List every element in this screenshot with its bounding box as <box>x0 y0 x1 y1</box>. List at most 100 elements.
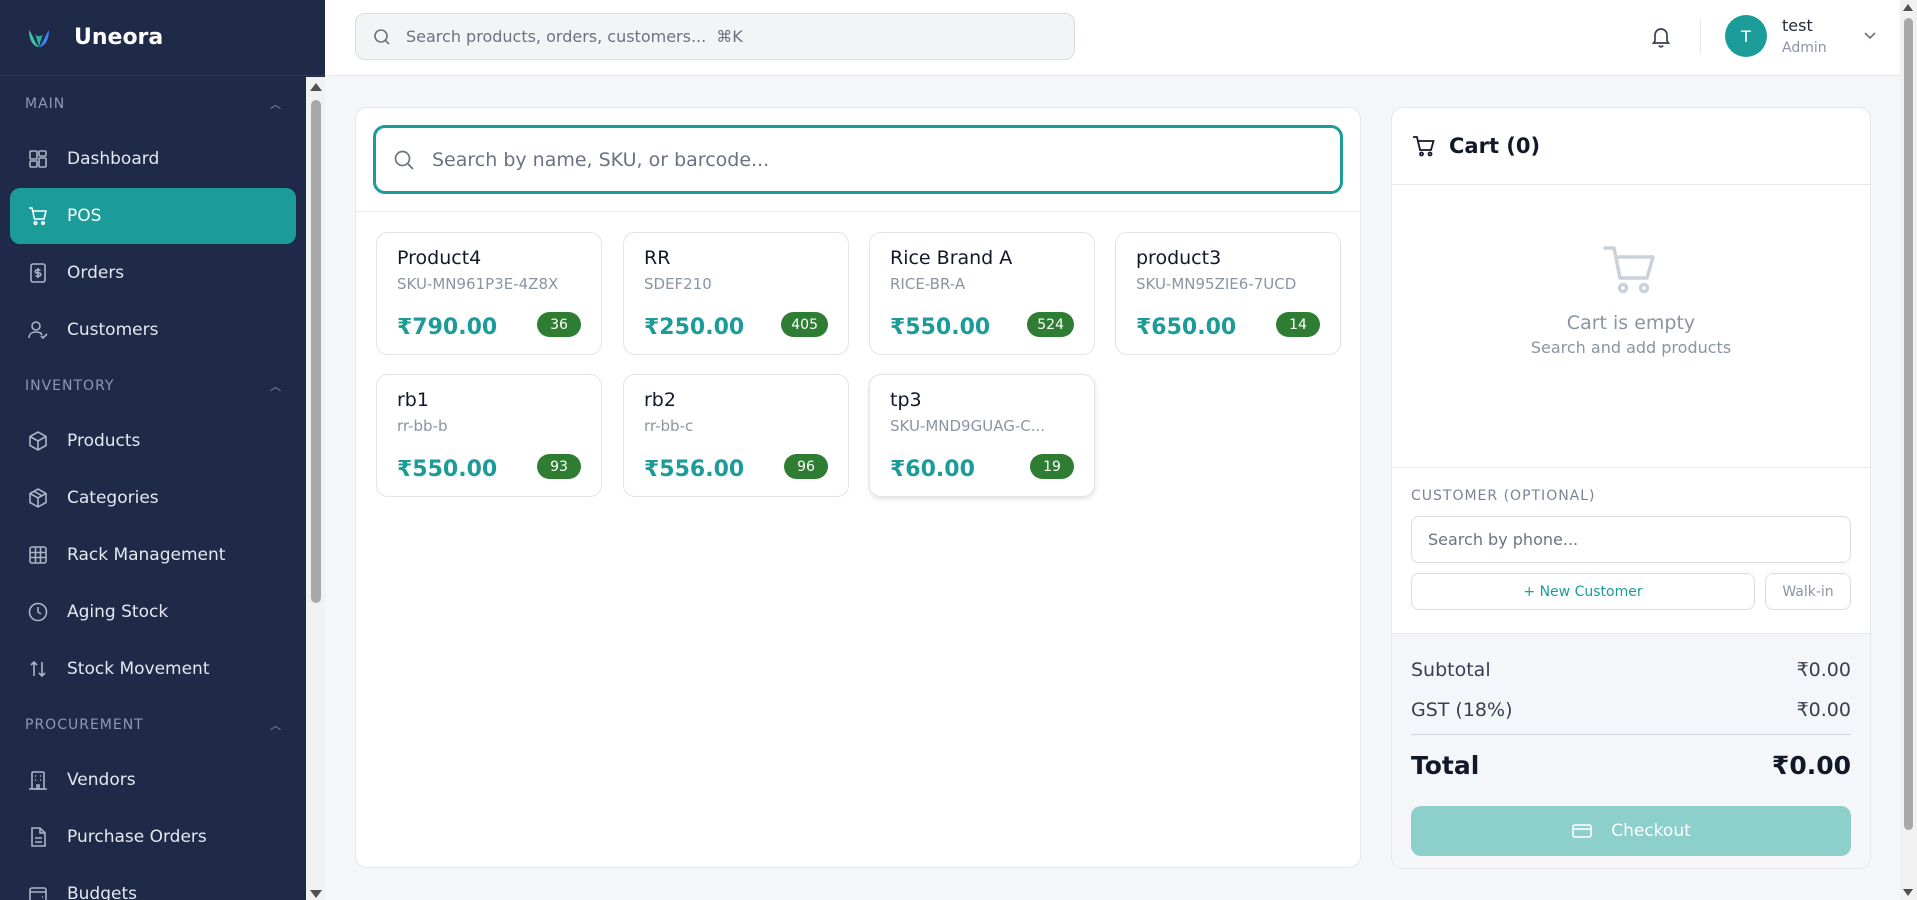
sidebar-item-pos[interactable]: POS <box>10 188 296 244</box>
product-name: RR <box>644 247 671 269</box>
scrollbar-thumb[interactable] <box>1904 18 1913 830</box>
global-search-input[interactable]: Search products, orders, customers... ⌘K <box>355 13 1075 60</box>
product-sku: rr-bb-c <box>644 417 694 435</box>
sidebar-item-stock-movement[interactable]: Stock Movement <box>10 641 296 697</box>
box-icon <box>29 431 47 451</box>
wallet-icon <box>29 887 47 900</box>
new-customer-button[interactable]: + New Customer <box>1411 573 1755 610</box>
sidebar-item-products[interactable]: Products <box>10 413 296 469</box>
user-name[interactable]: test <box>1782 16 1813 35</box>
subtotal-row: Subtotal ₹0.00 <box>1411 650 1851 690</box>
top-header: Search products, orders, customers... ⌘K… <box>325 0 1917 76</box>
global-search-placeholder: Search products, orders, customers... <box>406 27 707 46</box>
section-inventory-header[interactable]: INVENTORY ︿ <box>10 359 296 413</box>
cart-icon <box>29 207 48 226</box>
product-card[interactable]: tp3 SKU-MND9GUAG-C... ₹60.00 19 <box>869 374 1095 497</box>
chevron-down-icon[interactable] <box>1862 27 1878 43</box>
sidebar-item-rack-management[interactable]: Rack Management <box>10 527 296 583</box>
checkout-label: Checkout <box>1611 821 1691 841</box>
stock-badge: 19 <box>1030 454 1074 479</box>
cart-empty-state: Cart is empty Search and add products <box>1392 185 1870 468</box>
bell-icon[interactable] <box>1648 24 1674 50</box>
product-name: rb2 <box>644 389 676 411</box>
customer-phone-input[interactable]: Search by phone... <box>1411 516 1851 563</box>
cart-empty-title: Cart is empty <box>1566 312 1696 334</box>
product-card[interactable]: rb2 rr-bb-c ₹556.00 96 <box>623 374 849 497</box>
sidebar: Uneora MAIN ︿ Dashboard POS Orders Custo… <box>0 0 325 900</box>
product-search-input[interactable]: Search by name, SKU, or barcode... <box>373 125 1343 194</box>
chevron-up-icon: ︿ <box>270 380 282 393</box>
total-value: ₹0.00 <box>1771 751 1851 780</box>
sidebar-item-purchase-orders[interactable]: Purchase Orders <box>10 809 296 865</box>
brand[interactable]: Uneora <box>0 0 325 76</box>
product-price: ₹650.00 <box>1136 315 1237 340</box>
product-price: ₹60.00 <box>890 457 975 482</box>
sidebar-scrollbar[interactable] <box>306 77 325 900</box>
clock-icon <box>28 602 48 622</box>
section-title: INVENTORY <box>25 378 115 394</box>
sidebar-item-customers[interactable]: Customers <box>10 302 296 358</box>
product-card[interactable]: rb1 rr-bb-b ₹550.00 93 <box>376 374 602 497</box>
product-sku: RICE-BR-A <box>890 275 966 293</box>
subtotal-label: Subtotal <box>1411 659 1491 681</box>
sidebar-item-label: Aging Stock <box>67 602 169 622</box>
checkout-button[interactable]: Checkout <box>1411 806 1851 856</box>
product-sku: SKU-MND9GUAG-C... <box>890 417 1046 435</box>
search-icon <box>374 28 390 45</box>
sidebar-item-orders[interactable]: Orders <box>10 245 296 301</box>
product-price: ₹790.00 <box>397 315 498 340</box>
sidebar-item-dashboard[interactable]: Dashboard <box>10 131 296 187</box>
arrows-up-down-icon <box>30 660 46 678</box>
section-main-header[interactable]: MAIN ︿ <box>10 77 296 131</box>
page-scrollbar[interactable] <box>1900 0 1917 900</box>
gst-value: ₹0.00 <box>1796 699 1851 721</box>
sidebar-item-vendors[interactable]: Vendors <box>10 752 296 808</box>
product-card[interactable]: Rice Brand A RICE-BR-A ₹550.00 524 <box>869 232 1095 355</box>
scroll-down-arrow-icon[interactable] <box>310 890 322 898</box>
product-name: tp3 <box>890 389 922 411</box>
stock-badge: 93 <box>537 454 581 479</box>
user-check-icon <box>28 321 48 340</box>
sidebar-item-label: Purchase Orders <box>67 827 207 847</box>
chevron-up-icon: ︿ <box>270 719 282 732</box>
sidebar-item-categories[interactable]: Categories <box>10 470 296 526</box>
customer-section: CUSTOMER (OPTIONAL) Search by phone... +… <box>1392 468 1870 634</box>
search-icon <box>394 150 414 170</box>
cart-header: Cart (0) <box>1392 108 1870 185</box>
user-role: Admin <box>1782 40 1827 56</box>
stock-badge: 524 <box>1027 312 1074 337</box>
cart-empty-subtitle: Search and add products <box>1530 338 1732 357</box>
scroll-down-arrow-icon[interactable] <box>1903 889 1913 896</box>
walk-in-button[interactable]: Walk-in <box>1765 573 1851 610</box>
scroll-up-arrow-icon[interactable] <box>310 83 322 91</box>
product-price: ₹556.00 <box>644 457 745 482</box>
product-price: ₹550.00 <box>890 315 991 340</box>
product-card[interactable]: product3 SKU-MN95ZIE6-7UCD ₹650.00 14 <box>1115 232 1341 355</box>
sidebar-item-label: POS <box>67 206 102 226</box>
product-card[interactable]: Product4 SKU-MN961P3E-4Z8X ₹790.00 36 <box>376 232 602 355</box>
sidebar-item-budgets[interactable]: Budgets <box>10 866 296 900</box>
total-row: Total ₹0.00 <box>1411 734 1851 792</box>
brand-name: Uneora <box>74 25 164 50</box>
building-icon <box>29 771 47 790</box>
product-card[interactable]: RR SDEF210 ₹250.00 405 <box>623 232 849 355</box>
scroll-up-arrow-icon[interactable] <box>1903 4 1913 11</box>
cart-icon <box>1413 136 1435 157</box>
scrollbar-thumb[interactable] <box>311 100 321 603</box>
chevron-up-icon: ︿ <box>270 98 282 111</box>
sidebar-item-aging-stock[interactable]: Aging Stock <box>10 584 296 640</box>
section-procurement-header[interactable]: PROCUREMENT ︿ <box>10 698 296 752</box>
credit-card-icon <box>1572 824 1593 838</box>
document-icon <box>31 827 46 847</box>
product-sku: SKU-MN961P3E-4Z8X <box>397 275 559 293</box>
avatar[interactable]: T <box>1725 15 1767 57</box>
stock-badge: 96 <box>784 454 828 479</box>
product-price: ₹250.00 <box>644 315 745 340</box>
product-search-bar: Search by name, SKU, or barcode... <box>356 108 1360 212</box>
product-search-placeholder: Search by name, SKU, or barcode... <box>432 148 770 171</box>
sidebar-item-label: Budgets <box>67 884 138 900</box>
subtotal-value: ₹0.00 <box>1796 659 1851 681</box>
stock-badge: 14 <box>1276 312 1320 337</box>
sidebar-item-label: Products <box>67 431 141 451</box>
sidebar-item-label: Categories <box>67 488 159 508</box>
